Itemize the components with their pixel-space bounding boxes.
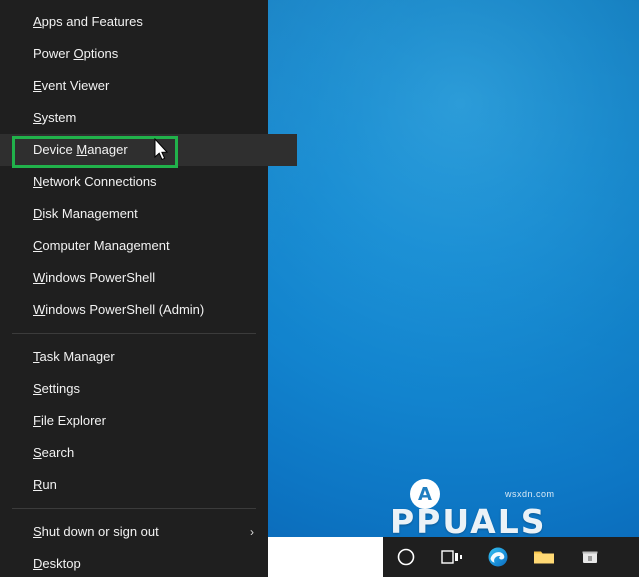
file-explorer-icon[interactable]	[521, 537, 567, 577]
menu-item-label: Shut down or sign out	[33, 524, 159, 539]
menu-item-label: System	[33, 110, 77, 125]
menu-item-windows-powershell-admin[interactable]: Windows PowerShell (Admin)	[0, 294, 268, 326]
menu-group-system: Apps and Features Power Options Event Vi…	[0, 6, 297, 326]
taskbar-search-area[interactable]	[268, 537, 383, 577]
microsoft-edge-icon[interactable]	[475, 537, 521, 577]
menu-item-label: Apps and Features	[33, 14, 143, 29]
menu-item-label: Windows PowerShell (Admin)	[33, 302, 205, 317]
microsoft-store-icon[interactable]	[567, 537, 613, 577]
menu-item-search[interactable]: Search	[0, 437, 268, 469]
chevron-right-icon: ›	[250, 525, 254, 539]
win-x-power-user-menu: Apps and Features Power Options Event Vi…	[0, 0, 297, 577]
menu-item-label: Desktop	[33, 556, 81, 571]
menu-item-device-manager[interactable]: Device Manager	[0, 134, 297, 166]
menu-item-system[interactable]: System	[0, 102, 268, 134]
menu-separator-1	[12, 333, 256, 334]
task-view-icon[interactable]	[429, 537, 475, 577]
menu-item-desktop[interactable]: Desktop	[0, 548, 268, 577]
menu-item-event-viewer[interactable]: Event Viewer	[0, 70, 268, 102]
menu-item-settings[interactable]: Settings	[0, 373, 268, 405]
cortana-icon[interactable]	[383, 537, 429, 577]
menu-item-label: Windows PowerShell	[33, 270, 156, 285]
menu-item-windows-powershell[interactable]: Windows PowerShell	[0, 262, 268, 294]
menu-item-network-connections[interactable]: Network Connections	[0, 166, 268, 198]
menu-item-label: Network Connections	[33, 174, 157, 189]
menu-item-label: Disk Management	[33, 206, 138, 221]
menu-item-task-manager[interactable]: Task Manager	[0, 341, 268, 373]
menu-item-label: Computer Management	[33, 238, 170, 253]
menu-item-label: Device Manager	[33, 142, 128, 157]
menu-item-computer-management[interactable]: Computer Management	[0, 230, 268, 262]
menu-item-disk-management[interactable]: Disk Management	[0, 198, 268, 230]
menu-item-label: File Explorer	[33, 413, 106, 428]
screen: A PPUALS wsxdn.com Apps and Features Pow…	[0, 0, 639, 577]
menu-group-tools: Task Manager Settings File Explorer Sear…	[0, 341, 268, 501]
windows-taskbar	[268, 537, 639, 577]
menu-item-label: Event Viewer	[33, 78, 110, 93]
menu-item-label: Settings	[33, 381, 80, 396]
menu-item-label: Task Manager	[33, 349, 115, 364]
menu-separator-2	[12, 508, 256, 509]
menu-item-apps-and-features[interactable]: Apps and Features	[0, 6, 268, 38]
menu-item-label: Power Options	[33, 46, 119, 61]
menu-item-label: Search	[33, 445, 75, 460]
menu-item-file-explorer[interactable]: File Explorer	[0, 405, 268, 437]
menu-item-label: Run	[33, 477, 57, 492]
menu-item-run[interactable]: Run	[0, 469, 268, 501]
menu-item-power-options[interactable]: Power Options	[0, 38, 268, 70]
menu-group-session: Shut down or sign out › Desktop	[0, 516, 268, 577]
menu-item-shut-down-or-sign-out[interactable]: Shut down or sign out ›	[0, 516, 268, 548]
